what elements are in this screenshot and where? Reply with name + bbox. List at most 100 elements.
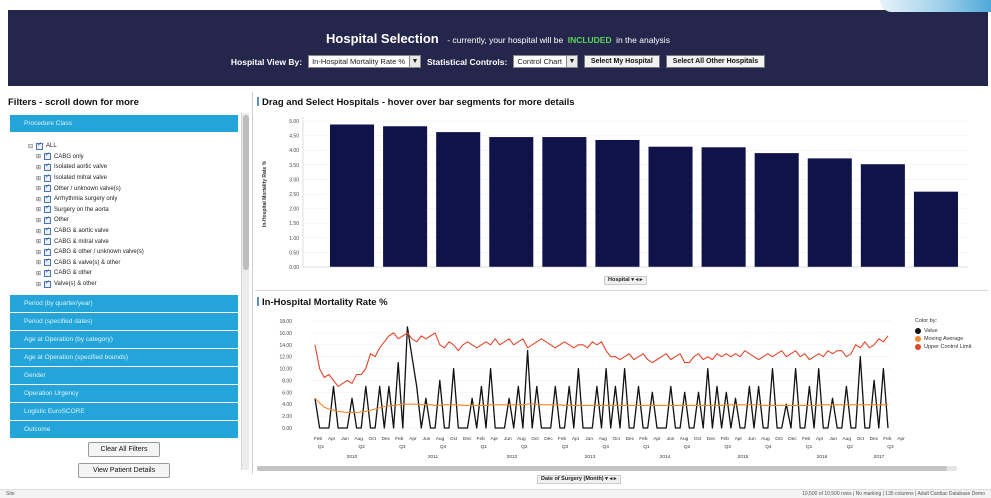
x-tick-label: Aug	[436, 436, 445, 442]
series-line[interactable]	[314, 332, 889, 387]
x-tick-label: Feb	[639, 436, 648, 442]
bar[interactable]	[913, 191, 958, 267]
x-tick-label: Jun	[829, 436, 837, 442]
y-tick-label: 4.00	[289, 148, 299, 154]
x-year-label: 2016	[817, 454, 828, 460]
bar[interactable]	[383, 126, 428, 267]
date-axis-selector[interactable]: Date of Surgery (Month) ▾ ◂ ▸	[537, 475, 621, 484]
bar[interactable]	[648, 146, 693, 267]
x-quarter-label: Q1	[806, 444, 813, 450]
x-year-label: 2010	[347, 454, 358, 460]
y-tick-label: 0.00	[282, 426, 292, 432]
bar[interactable]	[489, 137, 534, 267]
x-quarter-label: Q4	[765, 444, 772, 450]
chevron-down-icon[interactable]: ▾ ◂ ▸	[631, 277, 642, 283]
x-tick-label: Dec	[626, 436, 635, 442]
x-quarter-label: Q3	[887, 444, 894, 450]
x-quarter-label: Q2	[358, 444, 365, 450]
date-axis-label: Date of Surgery (Month)	[541, 476, 604, 482]
charts-canvas[interactable]: 5.00 4.50 4.00 3.50 3.00 2.50 2.00 1.50 1.00 0.50…	[0, 0, 991, 498]
y-tick-label: 2.00	[289, 207, 299, 213]
x-tick-label: Apr	[653, 436, 661, 442]
legend-title: Color by:	[915, 318, 938, 324]
x-quarter-label: Q4	[603, 444, 610, 450]
x-quarter-label: Q2	[684, 444, 691, 450]
status-right: 10,500 of 10,500 rows | No marking | 135…	[802, 491, 985, 497]
bar[interactable]	[701, 147, 746, 267]
legend-item[interactable]: Moving Average	[915, 335, 971, 343]
x-tick-label: Jun	[423, 436, 431, 442]
x-tick-label: Apr	[409, 436, 417, 442]
app-window: Hospital Selection - currently, your hos…	[0, 0, 991, 498]
x-tick-label: Feb	[721, 436, 730, 442]
y-tick-label: 0.50	[289, 250, 299, 256]
x-tick-label: Dec	[382, 436, 391, 442]
bar[interactable]	[436, 132, 481, 267]
x-tick-label: Aug	[517, 436, 526, 442]
x-quarter-label: Q1	[318, 444, 325, 450]
y-tick-label: 10.00	[279, 367, 292, 373]
y-tick-label: 4.00	[282, 402, 292, 408]
y-tick-label: 12.00	[279, 355, 292, 361]
y-tick-label: 18.00	[279, 319, 292, 325]
x-quarter-label: Q1	[480, 444, 487, 450]
legend-item[interactable]: Upper Control Limit	[915, 343, 971, 351]
x-tick-label: Aug	[680, 436, 689, 442]
x-tick-label: Aug	[598, 436, 607, 442]
y-tick-label: 8.00	[282, 378, 292, 384]
x-year-label: 2015	[738, 454, 749, 460]
x-tick-label: Oct	[531, 436, 539, 442]
bar[interactable]	[807, 158, 852, 267]
legend-swatch	[915, 336, 921, 342]
x-tick-label: Oct	[775, 436, 783, 442]
bar[interactable]	[330, 124, 375, 267]
x-quarter-label: Q2	[521, 444, 528, 450]
x-tick-label: Aug	[842, 436, 851, 442]
x-quarter-label: Q3	[562, 444, 569, 450]
chevron-down-icon[interactable]: ▾ ◂ ▸	[605, 476, 616, 482]
x-tick-label: Dec	[463, 436, 472, 442]
y-axis-title: In-Hospital Mortality Rate %	[262, 160, 268, 227]
legend-label: Upper Control Limit	[924, 344, 972, 350]
x-tick-label: Apr	[897, 436, 905, 442]
x-tick-label: Aug	[354, 436, 363, 442]
y-tick-label: 16.00	[279, 331, 292, 337]
x-year-label: 2017	[874, 454, 885, 460]
legend-item[interactable]: Value	[915, 327, 971, 335]
x-quarter-label: Q3	[399, 444, 406, 450]
y-tick-label: 1.50	[289, 221, 299, 227]
bar[interactable]	[860, 164, 905, 267]
x-year-label: 2013	[585, 454, 596, 460]
status-left: Site	[6, 491, 15, 497]
hospital-axis-selector[interactable]: Hospital ▾ ◂ ▸	[604, 276, 647, 285]
line-chart-scrollbar[interactable]	[257, 466, 957, 471]
x-year-label: 2011	[428, 454, 439, 460]
x-quarter-label: Q4	[440, 444, 447, 450]
x-year-label: 2014	[660, 454, 671, 460]
status-bar: Site 10,500 of 10,500 rows | No marking …	[0, 489, 991, 498]
y-tick-label: 3.00	[289, 177, 299, 183]
x-tick-label: Feb	[883, 436, 892, 442]
y-tick-label: 1.00	[289, 236, 299, 242]
x-tick-label: Feb	[802, 436, 811, 442]
legend-swatch	[915, 328, 921, 334]
y-tick-label: 4.50	[289, 134, 299, 140]
scrollbar-thumb[interactable]	[257, 466, 947, 471]
x-tick-label: Apr	[735, 436, 743, 442]
y-tick-label: 3.50	[289, 163, 299, 169]
x-tick-label: Jun	[748, 436, 756, 442]
bar[interactable]	[754, 153, 799, 267]
legend-swatch	[915, 344, 921, 350]
x-quarter-label: Q2	[847, 444, 854, 450]
x-tick-label: Dec	[707, 436, 716, 442]
y-tick-label: 2.50	[289, 192, 299, 198]
x-tick-label: Feb	[558, 436, 567, 442]
x-tick-label: Apr	[491, 436, 499, 442]
x-tick-label: Jun	[585, 436, 593, 442]
x-tick-label: Feb	[395, 436, 404, 442]
bar[interactable]	[542, 137, 587, 267]
x-quarter-label: Q1	[643, 444, 650, 450]
bar[interactable]	[595, 139, 640, 267]
x-year-label: 2012	[507, 454, 518, 460]
x-tick-label: Jun	[341, 436, 349, 442]
